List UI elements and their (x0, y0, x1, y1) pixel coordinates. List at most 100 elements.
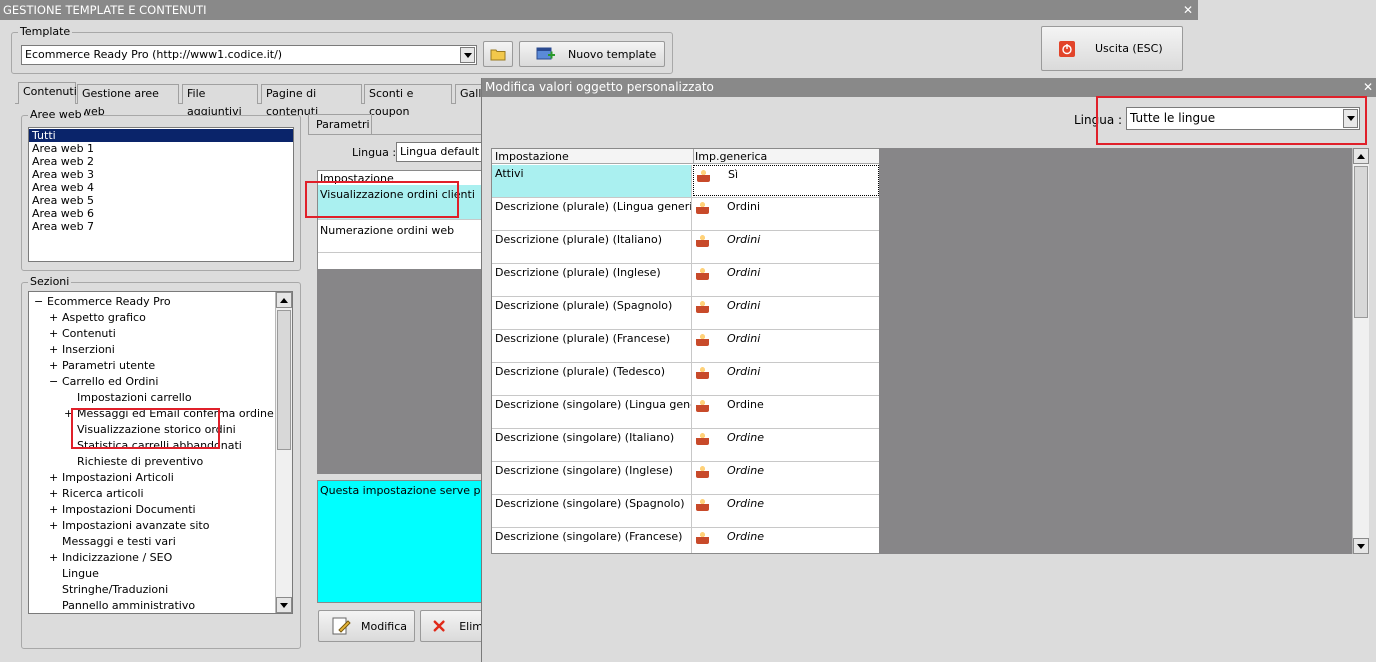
grid-scrollbar[interactable] (1352, 148, 1369, 554)
table-row[interactable]: Descrizione (singolare) (Spagnolo) Ordine (492, 495, 879, 528)
collapse-icon[interactable]: − (34, 294, 43, 310)
row-value-cell[interactable]: Sì (693, 165, 879, 196)
expand-icon[interactable]: + (49, 502, 58, 518)
tab-contenuti[interactable]: Contenuti (18, 82, 77, 104)
delete-icon (433, 620, 445, 632)
expand-icon[interactable]: + (49, 358, 58, 374)
tab-label: Contenuti (23, 85, 77, 98)
row-value-cell[interactable]: Ordini (693, 198, 879, 230)
user-icon (696, 498, 709, 511)
expand-icon[interactable]: + (49, 486, 58, 502)
tree-item[interactable]: Impostazioni Documenti (62, 502, 196, 518)
close-icon[interactable]: ✕ (1181, 0, 1195, 20)
tree-item[interactable]: Ecommerce Ready Pro (47, 294, 171, 310)
list-item[interactable]: Area web 7 (29, 220, 293, 233)
row-value-cell[interactable]: Ordine (693, 462, 879, 494)
list-item[interactable]: Tutti (29, 129, 293, 142)
row-value-cell[interactable]: Ordine (693, 528, 879, 553)
row-value-cell[interactable]: Ordine (693, 396, 879, 428)
row-name-cell: Attivi (492, 165, 692, 197)
scroll-down-button[interactable] (276, 597, 292, 613)
tree-item[interactable]: Messaggi e testi vari (62, 534, 176, 550)
list-item[interactable]: Area web 2 (29, 155, 293, 168)
row-value-cell[interactable]: Ordini (693, 297, 879, 329)
table-row[interactable]: Descrizione (singolare) (Italiano) Ordine (492, 429, 879, 462)
table-row[interactable]: Descrizione (singolare) (Lingua generica… (492, 396, 879, 429)
list-item[interactable]: Area web 4 (29, 181, 293, 194)
tree-item[interactable]: Lingue (62, 566, 99, 582)
tree-item[interactable]: Ricerca articoli (62, 486, 144, 502)
exit-button[interactable]: Uscita (ESC) (1041, 26, 1183, 71)
close-icon[interactable]: ✕ (1363, 78, 1375, 97)
row-value-cell[interactable]: Ordini (693, 363, 879, 395)
scroll-up-button[interactable] (1353, 148, 1369, 164)
scroll-up-button[interactable] (276, 292, 292, 308)
lingua-select-value: Lingua default (400, 145, 480, 158)
tree-item[interactable]: Stringhe/Traduzioni (62, 582, 168, 598)
collapse-icon[interactable]: − (49, 374, 58, 390)
row-name-cell: Descrizione (plurale) (Tedesco) (492, 363, 692, 395)
expand-icon[interactable]: + (49, 310, 58, 326)
row-name-cell: Descrizione (plurale) (Francese) (492, 330, 692, 362)
sezioni-tree[interactable]: − Ecommerce Ready Pro + Aspetto grafico + Con… (28, 291, 293, 614)
tab-gestione-aree-web[interactable]: Gestione aree web (77, 84, 179, 118)
user-icon (696, 465, 709, 478)
chevron-down-icon[interactable] (460, 47, 475, 63)
tree-item[interactable]: Contenuti (62, 326, 116, 342)
modifica-button[interactable]: Modifica (318, 610, 415, 642)
user-icon (696, 366, 709, 379)
table-row[interactable]: Descrizione (plurale) (Lingua generica) O… (492, 198, 879, 231)
scroll-thumb[interactable] (1354, 166, 1368, 318)
tab-parametri[interactable]: Parametri (308, 114, 372, 135)
elimina-button[interactable]: Elim (420, 610, 484, 642)
expand-icon[interactable]: + (49, 518, 58, 534)
lingua-select[interactable]: Lingua default (396, 142, 486, 162)
row-value-cell[interactable]: Ordine (693, 429, 879, 461)
tree-item[interactable]: Parametri utente (62, 358, 155, 374)
table-row[interactable]: Descrizione (singolare) (Inglese) Ordine (492, 462, 879, 495)
tree-item[interactable]: Impostazioni avanzate sito (62, 518, 209, 534)
table-row[interactable]: Descrizione (singolare) (Francese) Ordine (492, 528, 879, 553)
new-template-button[interactable]: Nuovo template (519, 41, 665, 67)
row-value-cell[interactable]: Ordini (693, 231, 879, 263)
tree-item[interactable]: Carrello ed Ordini (62, 374, 158, 390)
tab-file-aggiuntivi[interactable]: File aggiuntivi (182, 84, 258, 118)
list-item[interactable]: Area web 6 (29, 207, 293, 220)
tree-item[interactable]: Indicizzazione / SEO (62, 550, 172, 566)
tab-sconti-e-coupon[interactable]: Sconti e coupon (364, 84, 452, 118)
expand-icon[interactable]: + (49, 470, 58, 486)
aree-web-list[interactable]: Tutti Area web 1 Area web 2 Area web 3 A… (28, 127, 294, 262)
expand-icon[interactable]: + (49, 550, 58, 566)
power-icon (1059, 40, 1075, 57)
table-row[interactable]: Descrizione (plurale) (Spagnolo) Ordini (492, 297, 879, 330)
table-row[interactable]: Numerazione ordini web (318, 219, 482, 253)
table-row[interactable]: Descrizione (plurale) (Francese) Ordini (492, 330, 879, 363)
tree-item[interactable]: Pannello amministrativo (62, 598, 195, 613)
template-select[interactable]: Ecommerce Ready Pro (http://www1.codice.… (21, 45, 477, 65)
tab-pagine-di-contenuti[interactable]: Pagine di contenuti (261, 84, 362, 118)
tree-scrollbar[interactable] (275, 292, 292, 613)
tree-item[interactable]: Richieste di preventivo (77, 454, 203, 470)
tree-item[interactable]: Aspetto grafico (62, 310, 146, 326)
tab-gallery[interactable]: Galle (455, 84, 483, 104)
tree-item[interactable]: Impostazioni carrello (77, 390, 192, 406)
list-item[interactable]: Area web 5 (29, 194, 293, 207)
expand-icon[interactable]: + (49, 342, 58, 358)
table-row[interactable]: Attivi Sì (492, 165, 879, 198)
row-value-cell[interactable]: Ordini (693, 330, 879, 362)
table-row[interactable]: Descrizione (plurale) (Italiano) Ordini (492, 231, 879, 264)
scroll-down-button[interactable] (1353, 538, 1369, 554)
list-item[interactable]: Area web 3 (29, 168, 293, 181)
expand-icon[interactable]: + (49, 326, 58, 342)
row-value-cell[interactable]: Ordini (693, 264, 879, 296)
table-row[interactable]: Descrizione (plurale) (Inglese) Ordini (492, 264, 879, 297)
open-folder-button[interactable] (483, 41, 513, 67)
scroll-thumb[interactable] (277, 310, 291, 450)
list-item[interactable]: Area web 1 (29, 142, 293, 155)
tree-item[interactable]: Inserzioni (62, 342, 115, 358)
table-row[interactable]: Descrizione (plurale) (Tedesco) Ordini (492, 363, 879, 396)
row-value: Ordine (727, 530, 764, 543)
parametri-empty-area (317, 269, 483, 474)
tree-item[interactable]: Impostazioni Articoli (62, 470, 174, 486)
row-value-cell[interactable]: Ordine (693, 495, 879, 527)
